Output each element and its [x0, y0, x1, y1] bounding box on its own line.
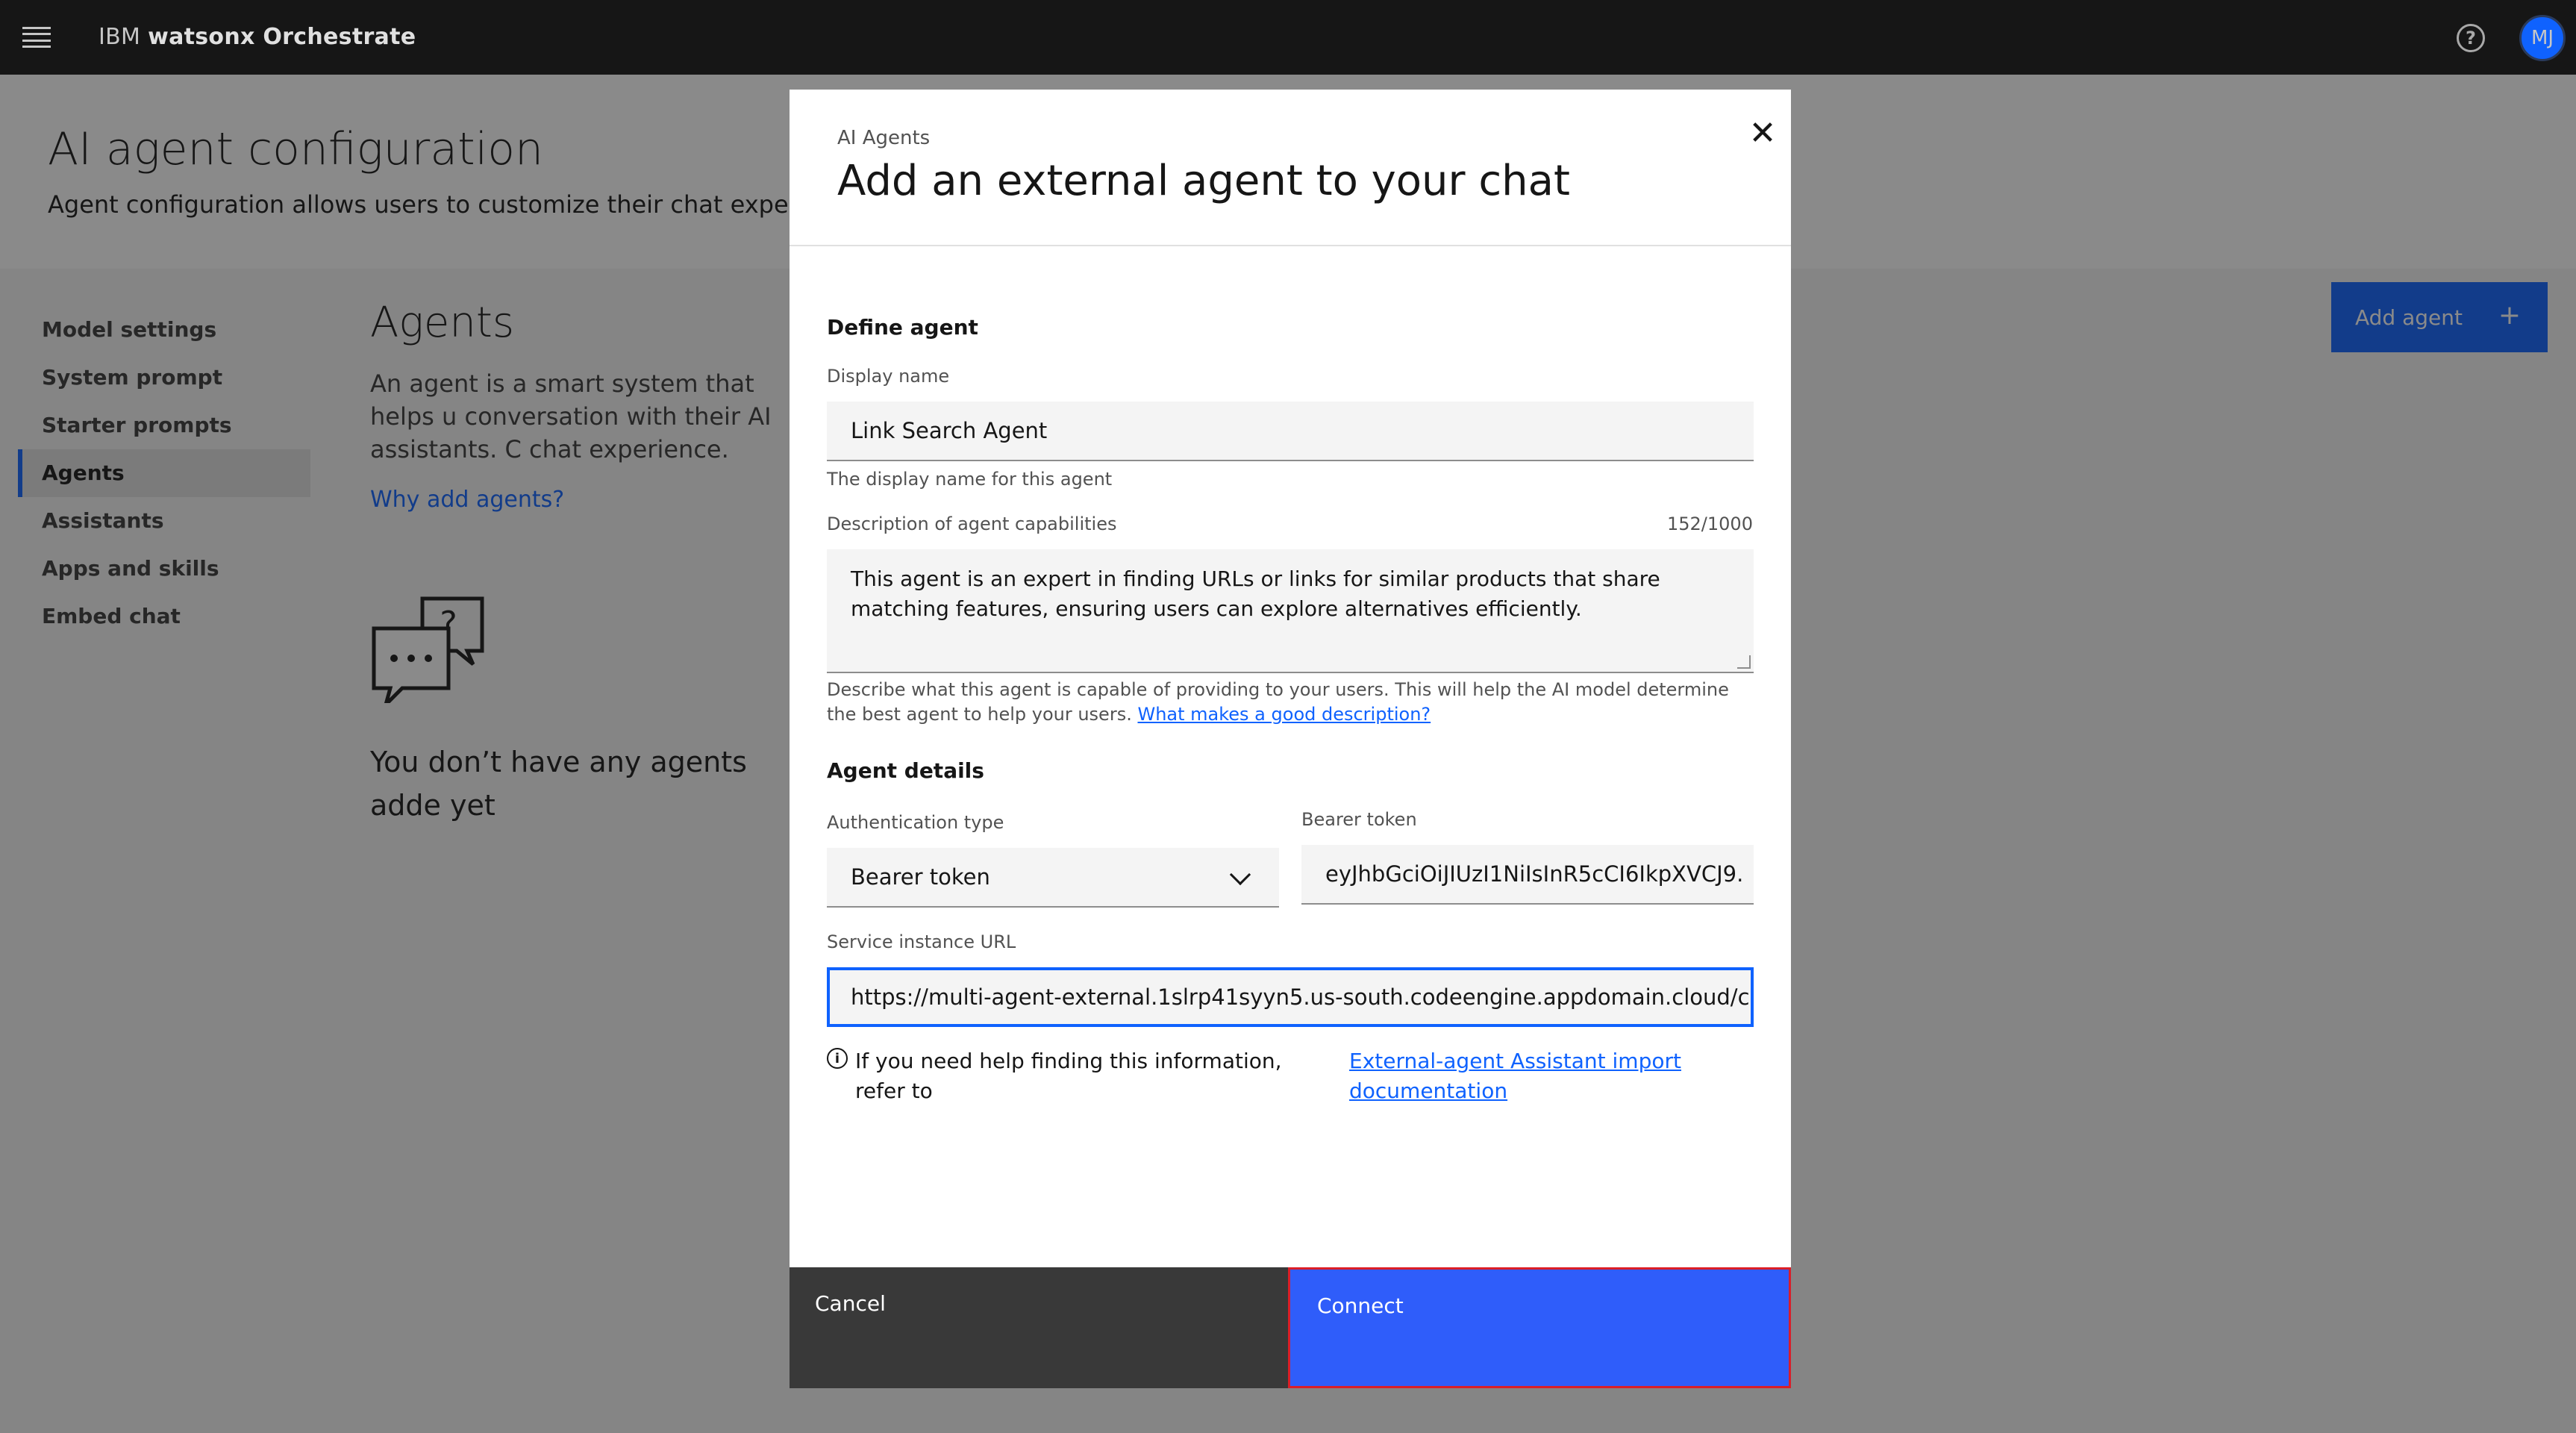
brand-prefix: IBM — [99, 24, 141, 50]
description-helper: Describe what this agent is capable of p… — [827, 678, 1760, 727]
import-documentation-link[interactable]: External-agent Assistant import document… — [1349, 1046, 1722, 1106]
modal-heading: Add an external agent to your chat — [837, 157, 1570, 205]
good-description-link[interactable]: What makes a good description? — [1137, 704, 1431, 725]
connect-button[interactable]: Connect — [1288, 1267, 1791, 1388]
auth-type-label: Authentication type — [827, 812, 1004, 833]
user-avatar[interactable]: MJ — [2519, 15, 2566, 61]
display-name-input[interactable]: Link Search Agent — [827, 402, 1754, 461]
modal-label: AI Agents — [837, 127, 931, 149]
hamburger-menu-icon[interactable] — [22, 27, 51, 48]
description-label: Description of agent capabilities — [827, 513, 1117, 534]
product-brand: IBM watsonx Orchestrate — [99, 24, 416, 50]
add-external-agent-modal: AI Agents Add an external agent to your … — [790, 90, 1791, 1388]
description-char-count: 152/1000 — [1667, 513, 1753, 534]
chevron-down-icon — [1229, 864, 1251, 886]
help-info-text: If you need help finding this informatio… — [855, 1049, 1282, 1103]
auth-type-select[interactable]: Bearer token — [827, 848, 1279, 908]
resize-handle-icon[interactable] — [1737, 655, 1751, 669]
info-icon: i — [827, 1048, 848, 1069]
help-icon[interactable]: ? — [2457, 24, 2485, 52]
description-textarea[interactable]: This agent is an expert in finding URLs … — [827, 549, 1754, 673]
brand-name: watsonx Orchestrate — [148, 24, 416, 50]
cancel-button[interactable]: Cancel — [790, 1267, 1288, 1388]
description-value: This agent is an expert in finding URLs … — [851, 566, 1660, 621]
top-navigation-bar: IBM watsonx Orchestrate ? MJ — [0, 0, 2576, 75]
agent-details-section-title: Agent details — [827, 758, 984, 783]
service-url-input[interactable]: https://multi-agent-external.1slrp41syyn… — [827, 967, 1754, 1027]
auth-type-value: Bearer token — [851, 864, 990, 890]
bearer-token-label: Bearer token — [1301, 809, 1417, 830]
service-url-label: Service instance URL — [827, 931, 1016, 952]
define-agent-section-title: Define agent — [827, 315, 978, 340]
bearer-token-input[interactable]: eyJhbGciOiJIUzI1NiIsInR5cCI6IkpXVCJ9. — [1301, 845, 1754, 905]
display-name-label: Display name — [827, 366, 950, 387]
modal-footer: Cancel Connect — [790, 1267, 1791, 1388]
display-name-helper: The display name for this agent — [827, 469, 1113, 490]
modal-header: AI Agents Add an external agent to your … — [790, 90, 1791, 246]
close-icon[interactable]: ✕ — [1739, 109, 1786, 157]
